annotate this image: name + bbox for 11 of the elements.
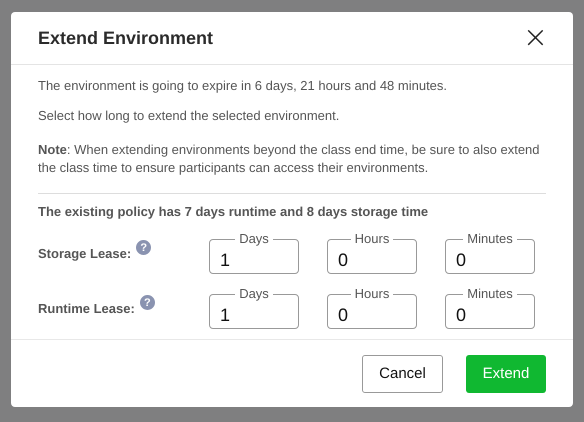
field-label: Days — [235, 286, 273, 302]
message-text: The environment is going to expire in 6 days, 21 hours and 48 minutes. — [38, 77, 448, 95]
close-button[interactable]: × — [518, 23, 552, 53]
lease-label: Storage Lease: — [38, 246, 132, 261]
cancel-button[interactable]: Cancel — [362, 354, 443, 392]
message-text: Note: When extending environments beyond the class end time, be sure to also extend the class time to ensure participants can access their environments. — [38, 141, 541, 177]
lease-label: Runtime Lease: — [38, 301, 135, 316]
policy-text: The existing policy has 7 days runtime and 8 days storage time — [38, 204, 430, 219]
dialog-title: Extend Environment — [38, 28, 214, 48]
message-text: Select how long to extend the selected environment. — [38, 107, 340, 125]
field-label: Days — [235, 231, 273, 247]
